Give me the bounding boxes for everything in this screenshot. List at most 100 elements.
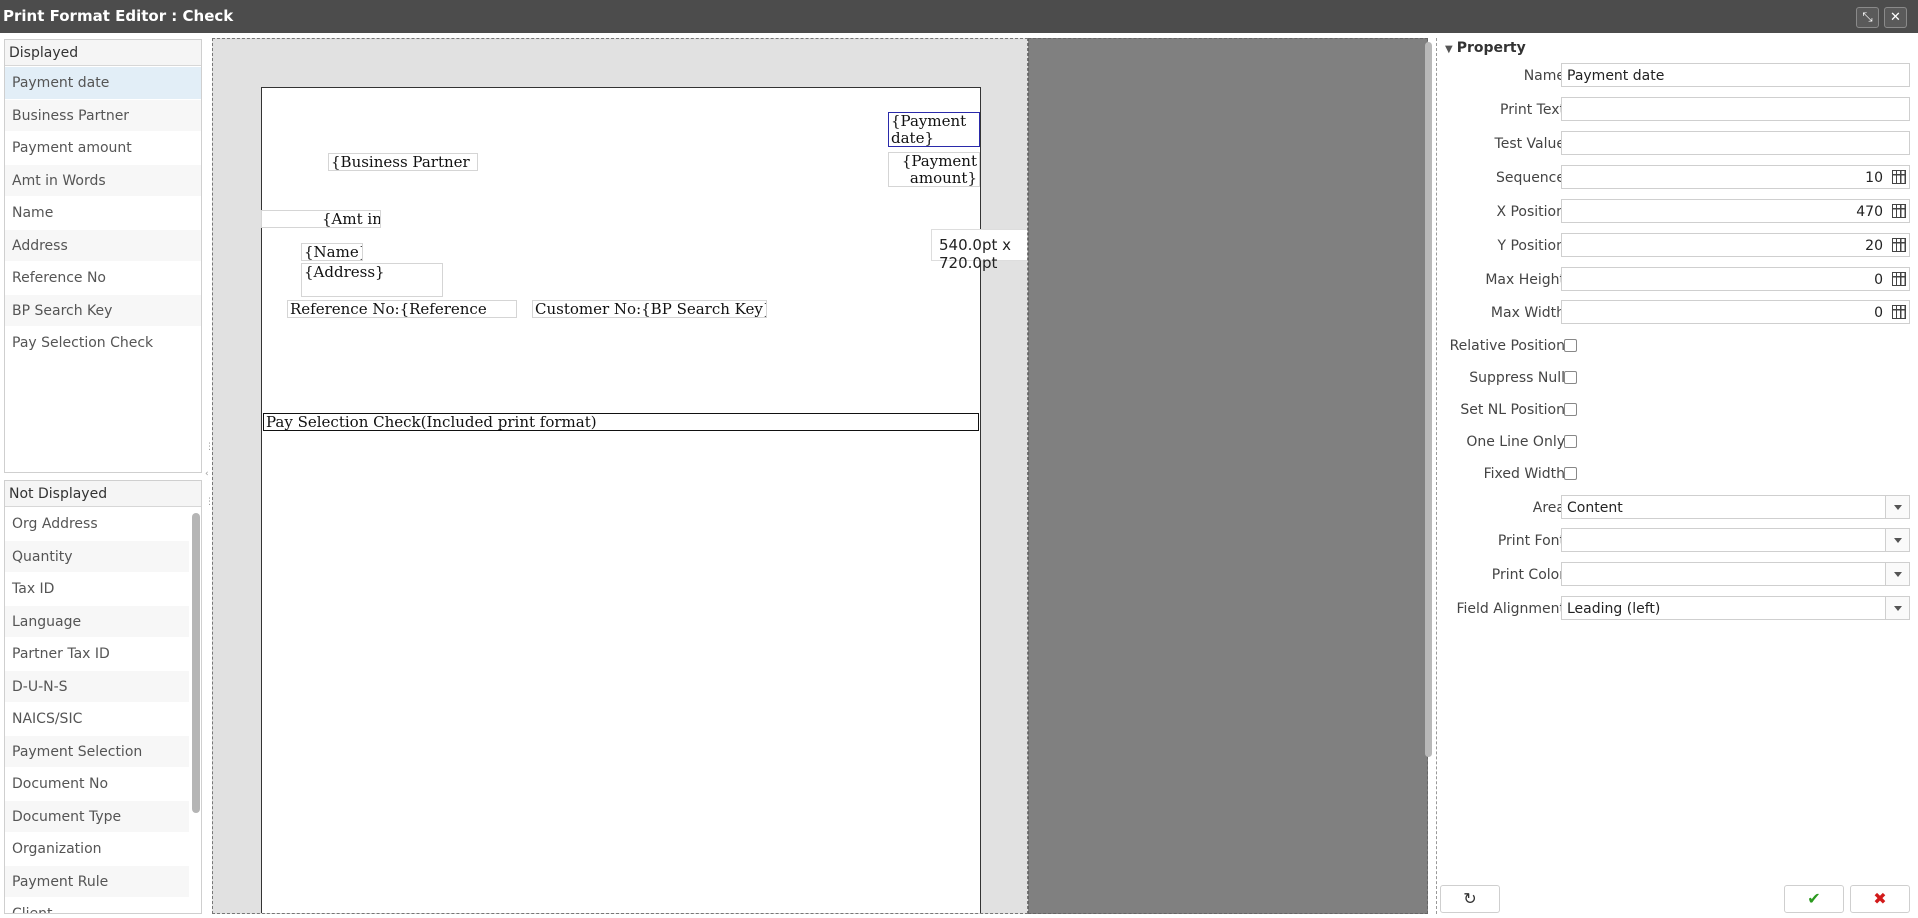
property-header[interactable]: ▼ Property [1445,40,1526,56]
sequence-value: 10 [1865,170,1883,186]
not-displayed-item[interactable]: Payment Rule [5,865,189,898]
prop-row-field-alignment: Field Alignment Leading (left) [1437,595,1917,623]
list-splitter[interactable] [4,474,202,479]
close-window-button[interactable]: ✕ [1884,7,1907,28]
print-canvas[interactable]: {Payment date} {Payment amount} {Busines… [212,38,1028,914]
prop-row-max-height: Max Height 0 [1437,266,1917,294]
chevron-down-icon[interactable] [1885,597,1909,619]
chevron-down-icon[interactable] [1885,496,1909,518]
displayed-list: Displayed Payment date Business Partner … [4,39,202,473]
calculator-icon[interactable] [1892,204,1906,218]
window-title: Print Format Editor : Check [3,7,234,25]
suppress-null-checkbox[interactable] [1564,371,1577,384]
not-displayed-item[interactable]: Language [5,605,189,638]
one-line-only-checkbox[interactable] [1564,435,1577,448]
print-color-select[interactable] [1561,562,1910,586]
field-reference-no[interactable]: Reference No:{Reference [287,300,517,318]
field-payment-amount[interactable]: {Payment amount} [888,152,980,187]
not-displayed-item[interactable]: Payment Selection [5,735,189,768]
test-value-input[interactable] [1561,131,1910,155]
calculator-icon[interactable] [1892,170,1906,184]
prop-row-one-line-only: One Line Only [1437,428,1917,456]
max-height-value: 0 [1874,272,1883,288]
refresh-button[interactable]: ↻ [1440,885,1500,913]
displayed-item[interactable]: Pay Selection Check [5,327,201,360]
not-displayed-item[interactable]: Document No [5,768,189,801]
field-pay-selection-check[interactable]: Pay Selection Check(Included print forma… [263,413,979,431]
not-displayed-item[interactable]: Client [5,898,189,913]
canvas-background [1028,38,1428,914]
not-displayed-item[interactable]: D-U-N-S [5,670,189,703]
field-alignment-value: Leading (left) [1567,601,1661,617]
y-position-input[interactable]: 20 [1561,233,1910,257]
displayed-item[interactable]: Amt in Words [5,164,201,197]
name-input[interactable]: Payment date [1561,63,1910,87]
calculator-icon[interactable] [1892,238,1906,252]
displayed-item[interactable]: Payment date [5,67,201,100]
area-select[interactable]: Content [1561,495,1910,519]
field-business-partner[interactable]: {Business Partner [328,153,478,171]
not-displayed-item[interactable]: Org Address [5,508,189,541]
sequence-input[interactable]: 10 [1561,165,1910,189]
prop-row-y-position: Y Position 20 [1437,232,1917,260]
displayed-list-header: Displayed [5,40,201,66]
maximize-button[interactable]: ⤡ [1856,7,1879,28]
canvas-scrollbar[interactable] [1425,42,1432,757]
displayed-item[interactable]: Reference No [5,262,201,295]
not-displayed-item[interactable]: Quantity [5,540,189,573]
field-address[interactable]: {Address} [301,263,443,297]
max-width-input[interactable]: 0 [1561,300,1910,324]
prop-row-suppress-null: Suppress Null [1437,364,1917,392]
field-payment-date[interactable]: {Payment date} [888,112,980,147]
refresh-icon: ↻ [1463,889,1477,908]
field-amt-in-words[interactable]: {Amt in [261,210,381,228]
chevron-down-icon[interactable] [1885,529,1909,551]
x-position-input[interactable]: 470 [1561,199,1910,223]
relative-position-checkbox[interactable] [1564,339,1577,352]
prop-label: Print Color [1491,567,1565,583]
not-displayed-item[interactable]: Tax ID [5,573,189,606]
prop-row-print-text: Print Text [1437,96,1917,124]
prop-label: Sequence [1495,170,1565,186]
displayed-item[interactable]: Address [5,229,201,262]
prop-row-max-width: Max Width 0 [1437,299,1917,327]
not-displayed-item[interactable]: Partner Tax ID [5,638,189,671]
ok-button[interactable]: ✔ [1784,885,1844,913]
displayed-item[interactable]: BP Search Key [5,294,201,327]
not-displayed-item[interactable]: Organization [5,833,189,866]
displayed-item[interactable]: Name [5,197,201,230]
fixed-width-checkbox[interactable] [1564,467,1577,480]
set-nl-position-checkbox[interactable] [1564,403,1577,416]
prop-row-sequence: Sequence 10 [1437,164,1917,192]
not-displayed-item[interactable]: Document Type [5,800,189,833]
prop-label: Max Width [1490,305,1565,321]
collapse-arrow-icon[interactable]: ‹ [205,470,209,479]
y-position-value: 20 [1865,238,1883,254]
field-customer-no[interactable]: Customer No:{BP Search Key} [532,300,767,318]
prop-row-test-value: Test Value [1437,130,1917,158]
print-font-select[interactable] [1561,528,1910,552]
not-displayed-list-header: Not Displayed [5,481,201,507]
close-icon: ✕ [1890,10,1901,25]
prop-label: Print Text [1500,102,1565,118]
max-height-input[interactable]: 0 [1561,267,1910,291]
calculator-icon[interactable] [1892,305,1906,319]
not-displayed-scrollbar[interactable] [192,513,200,813]
not-displayed-item[interactable]: NAICS/SIC [5,703,189,736]
x-icon: ✖ [1873,889,1887,908]
prop-label: Suppress Null [1469,370,1565,386]
maximize-icon: ⤡ [1862,10,1873,25]
field-alignment-select[interactable]: Leading (left) [1561,596,1910,620]
prop-row-area: Area Content [1437,494,1917,522]
calculator-icon[interactable] [1892,272,1906,286]
prop-label: Field Alignment [1456,601,1566,617]
chevron-down-icon[interactable] [1885,563,1909,585]
print-text-input[interactable] [1561,97,1910,121]
field-name[interactable]: {Name} [301,243,363,261]
prop-row-print-font: Print Font [1437,527,1917,555]
prop-label: Fixed Width [1483,466,1565,482]
displayed-item[interactable]: Business Partner [5,99,201,132]
cancel-button[interactable]: ✖ [1850,885,1910,913]
collapse-triangle-icon: ▼ [1445,44,1453,55]
displayed-item[interactable]: Payment amount [5,132,201,165]
